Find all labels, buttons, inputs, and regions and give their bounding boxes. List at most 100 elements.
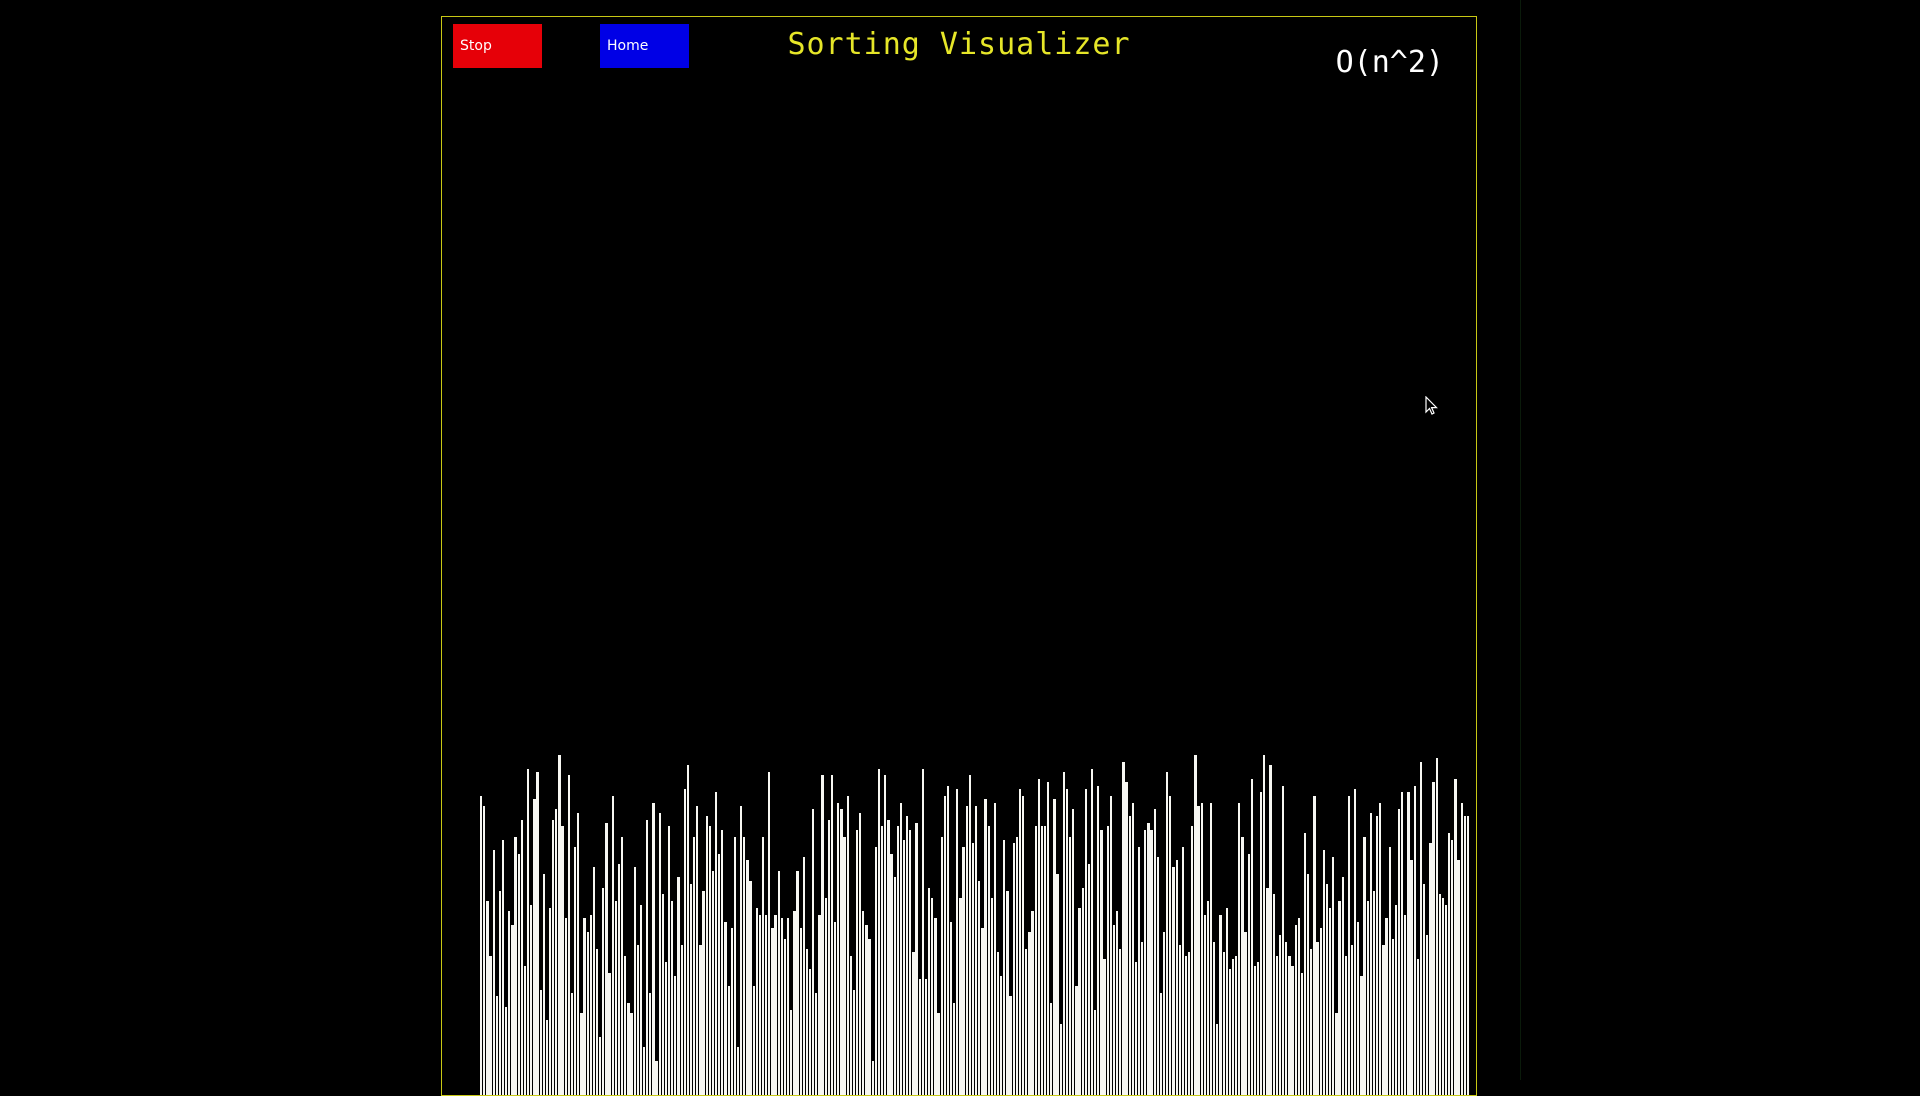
array-bar [539, 989, 542, 1095]
array-bar [1263, 755, 1266, 1095]
array-bar [1394, 904, 1398, 1095]
array-bar [855, 829, 859, 1095]
array-bar [812, 809, 815, 1095]
array-bar [1081, 887, 1084, 1095]
array-bar [1018, 789, 1022, 1095]
array-bar [536, 772, 539, 1095]
array-bar [646, 819, 649, 1095]
array-bar [617, 863, 621, 1095]
array-bar [486, 901, 489, 1095]
array-bar [639, 904, 643, 1095]
array-bar [959, 897, 962, 1095]
array-bar [714, 792, 718, 1095]
array-bar [768, 772, 771, 1095]
array-bar [896, 826, 899, 1095]
array-bar [752, 986, 755, 1095]
array-bar [705, 816, 708, 1095]
array-bar [620, 836, 624, 1095]
array-bar [1156, 857, 1159, 1095]
array-bar [1332, 857, 1335, 1095]
array-bar [1247, 853, 1250, 1095]
array-bar [1250, 778, 1253, 1095]
array-bar [1169, 795, 1172, 1095]
array-bar [899, 802, 903, 1095]
array-bar [1426, 935, 1429, 1095]
array-bar [1419, 761, 1423, 1095]
array-bar [1053, 799, 1056, 1095]
array-bar [636, 945, 639, 1095]
array-bar [949, 921, 953, 1095]
array-bar [630, 1013, 633, 1095]
array-bar [780, 918, 783, 1095]
array-bar [793, 911, 796, 1095]
array-bar [990, 897, 993, 1095]
array-bar [1463, 816, 1466, 1095]
array-bar [1291, 965, 1294, 1095]
array-bar [1087, 863, 1091, 1095]
array-bar [561, 826, 564, 1095]
array-bar [1360, 976, 1363, 1095]
array-bar [1222, 952, 1225, 1095]
array-bar [1385, 918, 1388, 1095]
array-bar [868, 938, 871, 1095]
array-bar [1153, 809, 1156, 1095]
array-bar [633, 867, 636, 1095]
array-bar [483, 806, 486, 1095]
array-bar [1397, 809, 1401, 1095]
array-bar [558, 755, 561, 1095]
array-bar [993, 802, 997, 1095]
array-bar [727, 986, 730, 1095]
array-bar [721, 829, 724, 1095]
page-title: Sorting Visualizer [787, 27, 1131, 62]
array-bar [686, 765, 690, 1095]
array-bar [608, 972, 611, 1095]
array-bar [830, 775, 834, 1095]
array-bar [736, 1047, 740, 1095]
array-bar [1162, 931, 1166, 1095]
array-bar [602, 887, 605, 1095]
array-bar [902, 840, 906, 1095]
array-bar [802, 857, 805, 1095]
array-bar [1144, 829, 1147, 1095]
array-bar [677, 877, 680, 1095]
complexity-label: O(n^2) [1335, 45, 1444, 80]
array-bar [683, 789, 686, 1095]
array-bar [1344, 955, 1347, 1095]
array-bar [956, 789, 959, 1095]
array-bar [943, 795, 946, 1095]
array-bar [517, 853, 520, 1095]
array-bar [693, 836, 696, 1095]
array-bar [931, 897, 934, 1095]
array-bar [1000, 976, 1003, 1095]
array-bar [761, 836, 765, 1095]
array-bar [1191, 826, 1194, 1095]
array-bar [1172, 867, 1175, 1095]
array-bar [1119, 948, 1122, 1095]
array-bar [1347, 795, 1351, 1095]
array-bar [1206, 901, 1210, 1095]
array-bar [611, 795, 614, 1095]
array-bar [552, 819, 555, 1095]
array-bar [1128, 816, 1131, 1095]
array-bar [915, 823, 918, 1095]
array-bar [884, 775, 887, 1095]
array-bar [1203, 914, 1206, 1095]
array-bar [564, 918, 567, 1095]
array-bar [1031, 911, 1034, 1095]
array-bar [1432, 782, 1435, 1095]
array-bar [912, 952, 915, 1095]
array-bar [1047, 782, 1050, 1095]
array-bar [1404, 914, 1407, 1095]
array-bar [1241, 836, 1244, 1095]
array-bar [1294, 925, 1297, 1095]
array-bar [1166, 772, 1169, 1095]
array-bar [1109, 795, 1112, 1095]
array-bar [755, 908, 758, 1095]
array-bar [906, 816, 909, 1095]
array-bar [1391, 938, 1394, 1095]
array-bar [505, 1006, 508, 1095]
array-bar [1338, 901, 1341, 1095]
array-bar [1213, 942, 1216, 1095]
array-bar [1034, 826, 1037, 1095]
array-bar [1097, 785, 1100, 1095]
